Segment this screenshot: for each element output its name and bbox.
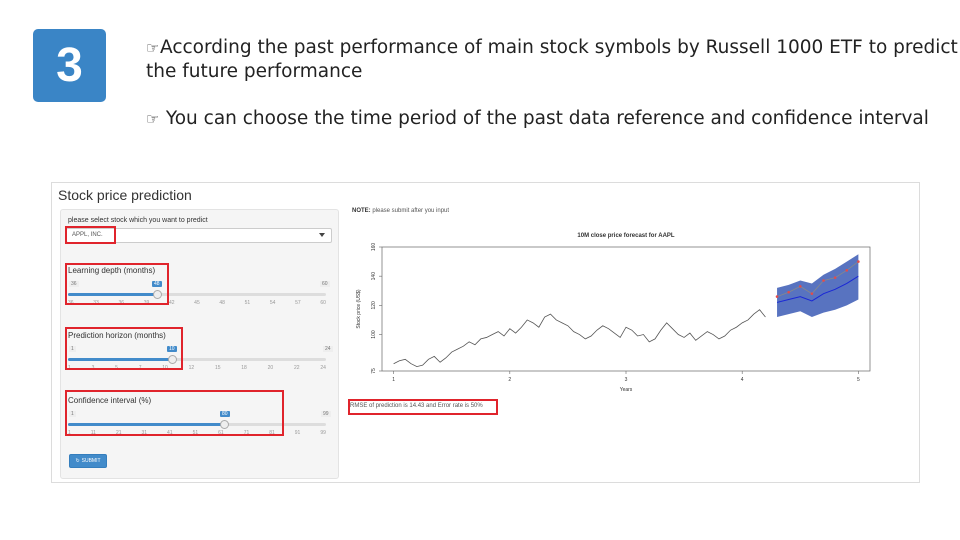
bullet-list: ☞According the past performance of main …	[146, 36, 960, 131]
x-axis-label: Years	[620, 387, 633, 393]
submit-button[interactable]: ↻ SUBMIT	[69, 454, 107, 468]
highlight-box	[65, 390, 284, 436]
slider-tick-label: 18	[241, 365, 247, 371]
actual-point	[822, 279, 825, 282]
refresh-icon: ↻	[75, 458, 80, 464]
submit-label: SUBMIT	[81, 458, 101, 464]
note-text: NOTE: please submit after you input	[352, 208, 449, 214]
note-body: please submit after you input	[370, 208, 450, 214]
actual-point	[810, 292, 814, 295]
forecast-chart: 10M close price forecast for AAPL 1 2 3 4 5 75…	[356, 233, 871, 393]
actual-point	[787, 290, 790, 294]
y-tick-label: 75	[371, 368, 377, 374]
y-tick-label: 100	[371, 330, 377, 339]
x-tick-label: 1	[392, 377, 395, 383]
history-series-line	[393, 309, 766, 368]
slider-tick-label: 91	[294, 430, 301, 436]
x-tick-label: 4	[741, 377, 744, 383]
step-number-badge: 3	[33, 29, 106, 102]
actual-point	[833, 276, 837, 279]
x-tick-label: 2	[508, 377, 511, 383]
chart-title: 10M close price forecast for AAPL	[577, 233, 674, 239]
slider-tick-label: 42	[168, 300, 175, 306]
bullet-text: You can choose the time period of the pa…	[160, 108, 929, 129]
actual-point	[775, 295, 779, 298]
slider-tick-label: 54	[269, 300, 276, 306]
highlight-box	[65, 263, 169, 305]
slider-tick-label: 48	[219, 300, 225, 306]
note-label: NOTE:	[352, 208, 371, 214]
bullet-item: ☞According the past performance of main …	[146, 36, 960, 84]
slider-tick-label: 22	[293, 365, 300, 371]
slider-tick-label: 60	[320, 300, 326, 306]
slider-max: 99	[321, 411, 331, 417]
y-tick-label: 160	[371, 243, 377, 252]
chevron-down-icon	[319, 233, 325, 237]
bullet-text: According the past performance of main s…	[146, 37, 958, 82]
stock-select-label: please select stock which you want to pr…	[68, 217, 208, 224]
slider-max: 60	[320, 281, 330, 287]
slider-tick-label: 57	[295, 300, 301, 306]
slider-tick-label: 24	[320, 365, 326, 371]
input-panel: please select stock which you want to pr…	[60, 209, 339, 479]
actual-point	[857, 260, 860, 263]
hand-point-icon: ☞	[146, 110, 160, 128]
slider-tick-label: 45	[194, 300, 200, 306]
y-tick-label: 140	[371, 272, 377, 281]
slider-tick-label: 99	[320, 430, 326, 436]
slider-tick-label: 15	[214, 365, 221, 371]
x-tick-label: 3	[625, 377, 628, 383]
app-screenshot: Stock price prediction please select sto…	[51, 182, 920, 483]
hand-point-icon: ☞	[146, 39, 160, 57]
confidence-band	[777, 254, 859, 318]
actual-point	[798, 285, 802, 288]
highlight-box	[65, 327, 183, 370]
bullet-item: ☞ You can choose the time period of the …	[146, 107, 960, 131]
slider-tick-label: 51	[244, 300, 251, 306]
slider-tick-label: 12	[188, 365, 195, 371]
highlight-box	[65, 226, 116, 244]
slider-max: 24	[323, 346, 333, 352]
highlight-box	[348, 399, 498, 415]
x-tick-label: 5	[857, 377, 860, 383]
slider-tick-label: 20	[267, 365, 274, 371]
app-title: Stock price prediction	[58, 187, 192, 203]
actual-point	[845, 269, 849, 272]
y-axis-label: Stock price (US$)	[356, 289, 362, 329]
y-tick-label: 120	[371, 301, 377, 310]
